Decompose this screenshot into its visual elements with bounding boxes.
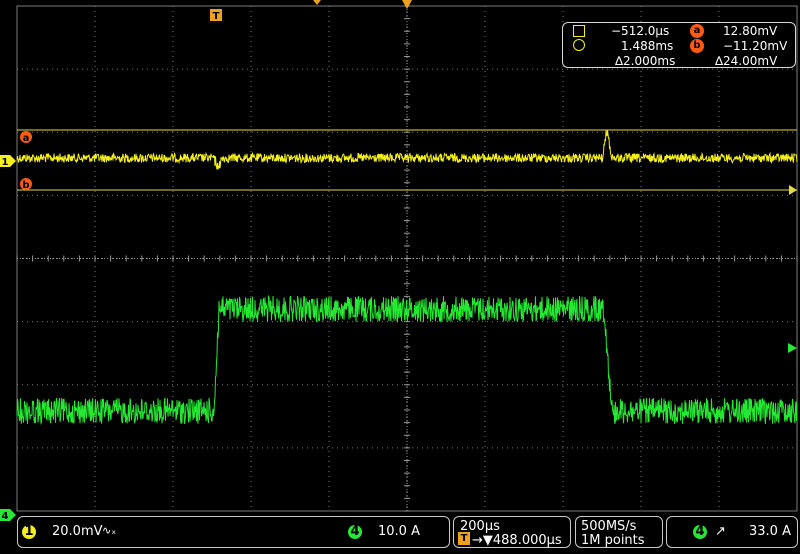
svg-text:1: 1	[2, 157, 9, 168]
cursor-va-value: 12.80mV	[723, 24, 778, 38]
trigger-source-badge: 4	[693, 525, 707, 539]
cursor-delta-t: ∆2.000ms	[615, 54, 676, 68]
cursor-b-icon: b	[690, 39, 704, 53]
cursor-vb-value: −11.20mV	[723, 39, 788, 53]
sample-rate: 500MS/s	[581, 519, 637, 534]
record-length: 1M points	[581, 533, 645, 548]
cursor-a-icon: a	[690, 24, 704, 38]
circle-icon	[573, 39, 585, 51]
oscilloscope-display: T 1 a b 4	[0, 0, 800, 554]
cursor-delta-v: ∆24.00mV	[715, 54, 778, 68]
svg-text:T: T	[213, 11, 220, 22]
ch1-coupling: ∿ₓ	[102, 524, 117, 537]
cursor-readout-panel: −512.0µs a 12.80mV 1.488ms b −11.20mV ∆2…	[562, 22, 796, 68]
trigger-position-icon[interactable]: T	[210, 9, 222, 22]
svg-text:4: 4	[2, 511, 9, 522]
trigger-level: 33.0 A	[749, 524, 791, 539]
trigger-position-badge: T	[458, 532, 470, 545]
ch1-badge[interactable]: 1	[22, 525, 36, 539]
trigger-panel[interactable]: 4 ↗ 33.0 A	[666, 516, 798, 548]
cursor-t2-value: 1.488ms	[621, 39, 674, 53]
ch4-scale: 10.0 A	[378, 524, 420, 539]
ch4-badge[interactable]: 4	[348, 525, 362, 539]
svg-text:a: a	[23, 133, 30, 144]
svg-text:b: b	[22, 180, 29, 191]
ch1-scale: 20.0mV	[52, 524, 103, 539]
timebase-panel[interactable]: 200µs T →▼488.000µs	[453, 516, 571, 548]
trigger-slope-icon: ↗	[715, 524, 726, 539]
vertical-settings-panel[interactable]: 1 20.0mV ∿ₓ 4 10.0 A	[17, 516, 450, 548]
trigger-position-value: →▼488.000µs	[472, 533, 562, 548]
acquisition-panel[interactable]: 500MS/s 1M points	[575, 516, 663, 548]
cursor-t1-value: −512.0µs	[611, 24, 670, 38]
square-icon	[573, 25, 585, 37]
